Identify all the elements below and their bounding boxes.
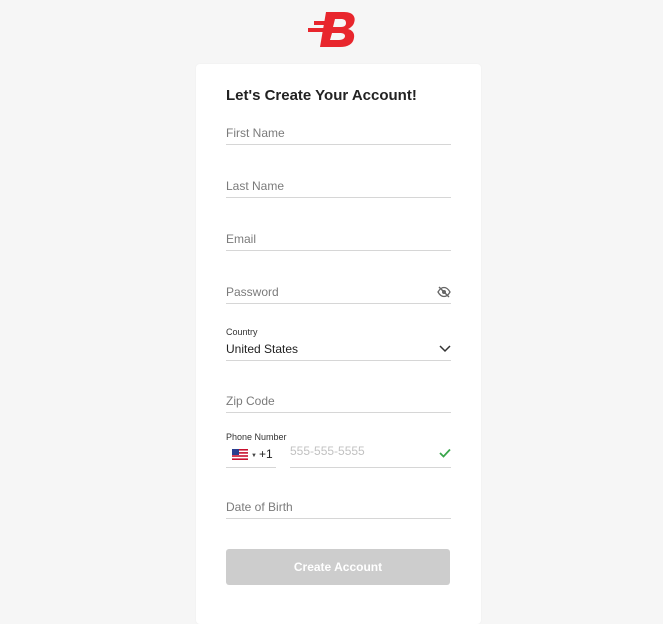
first-name-input[interactable]	[226, 122, 451, 144]
password-input[interactable]	[226, 281, 451, 303]
phone-number-row: ▼ +1	[226, 440, 451, 468]
last-name-input[interactable]	[226, 175, 451, 197]
phone-number-field[interactable]	[290, 440, 451, 468]
brand-logo	[308, 12, 355, 47]
us-flag-icon	[232, 449, 248, 460]
country-code-select[interactable]: ▼ +1	[226, 440, 276, 468]
first-name-field[interactable]	[226, 122, 451, 145]
date-of-birth-input[interactable]	[226, 496, 451, 518]
phone-number-input[interactable]	[290, 440, 451, 468]
signup-card: Let's Create Your Account! Country Unite…	[196, 64, 481, 624]
email-field[interactable]	[226, 228, 451, 251]
country-label: Country	[226, 327, 258, 337]
page-title: Let's Create Your Account!	[226, 87, 417, 104]
dial-code: +1	[259, 447, 273, 461]
caret-down-icon: ▼	[251, 453, 257, 459]
last-name-field[interactable]	[226, 175, 451, 198]
date-of-birth-field[interactable]	[226, 496, 451, 519]
zip-code-field[interactable]	[226, 390, 451, 413]
zip-code-input[interactable]	[226, 390, 451, 412]
check-icon	[439, 448, 451, 458]
eye-slash-icon[interactable]	[437, 286, 451, 298]
country-select[interactable]: United States	[226, 338, 451, 361]
password-field[interactable]	[226, 281, 451, 304]
country-value: United States	[226, 342, 299, 356]
chevron-down-icon	[439, 345, 451, 353]
create-account-button[interactable]: Create Account	[226, 549, 450, 585]
email-input[interactable]	[226, 228, 451, 250]
